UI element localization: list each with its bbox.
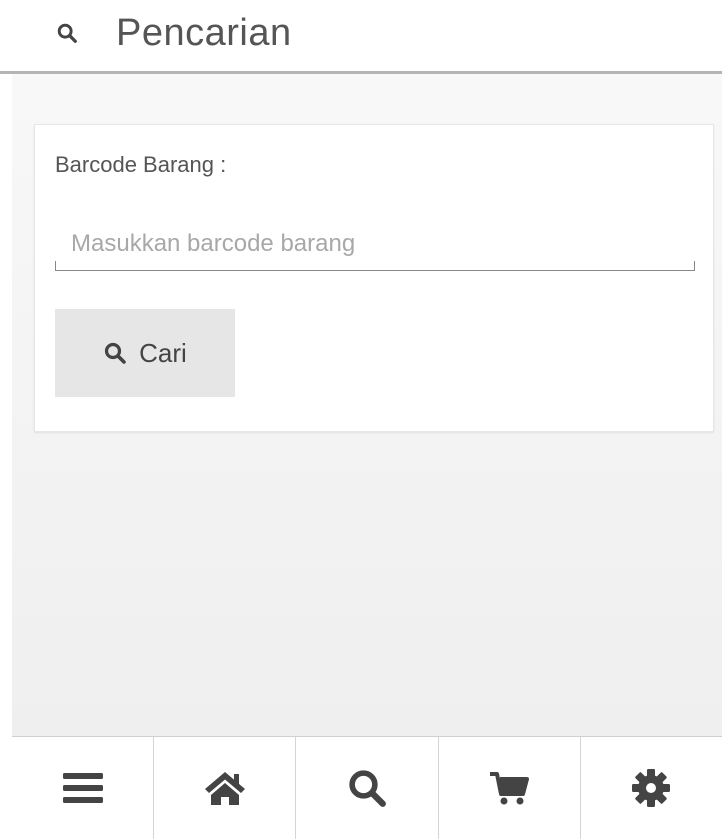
nav-item-search[interactable] <box>296 737 439 839</box>
gear-icon <box>632 769 671 807</box>
cart-icon <box>490 772 530 805</box>
barcode-input[interactable] <box>55 217 695 271</box>
bottom-navigation <box>12 736 722 839</box>
search-icon <box>349 770 386 807</box>
search-icon <box>57 23 77 43</box>
nav-item-settings[interactable] <box>581 737 722 839</box>
search-icon <box>105 342 126 364</box>
app-header: Pencarian <box>0 0 722 74</box>
nav-item-cart[interactable] <box>439 737 581 839</box>
search-button[interactable]: Cari <box>55 309 235 397</box>
content-edge <box>0 74 12 736</box>
main-content: Barcode Barang : Cari <box>0 74 722 736</box>
nav-item-home[interactable] <box>154 737 297 839</box>
barcode-label: Barcode Barang : <box>55 152 227 177</box>
search-button-label: Cari <box>139 337 187 368</box>
menu-icon <box>62 773 103 803</box>
page-title: Pencarian <box>116 12 292 54</box>
search-form-card: Barcode Barang : Cari <box>34 124 714 432</box>
nav-item-menu[interactable] <box>12 737 155 839</box>
home-icon <box>204 772 245 805</box>
